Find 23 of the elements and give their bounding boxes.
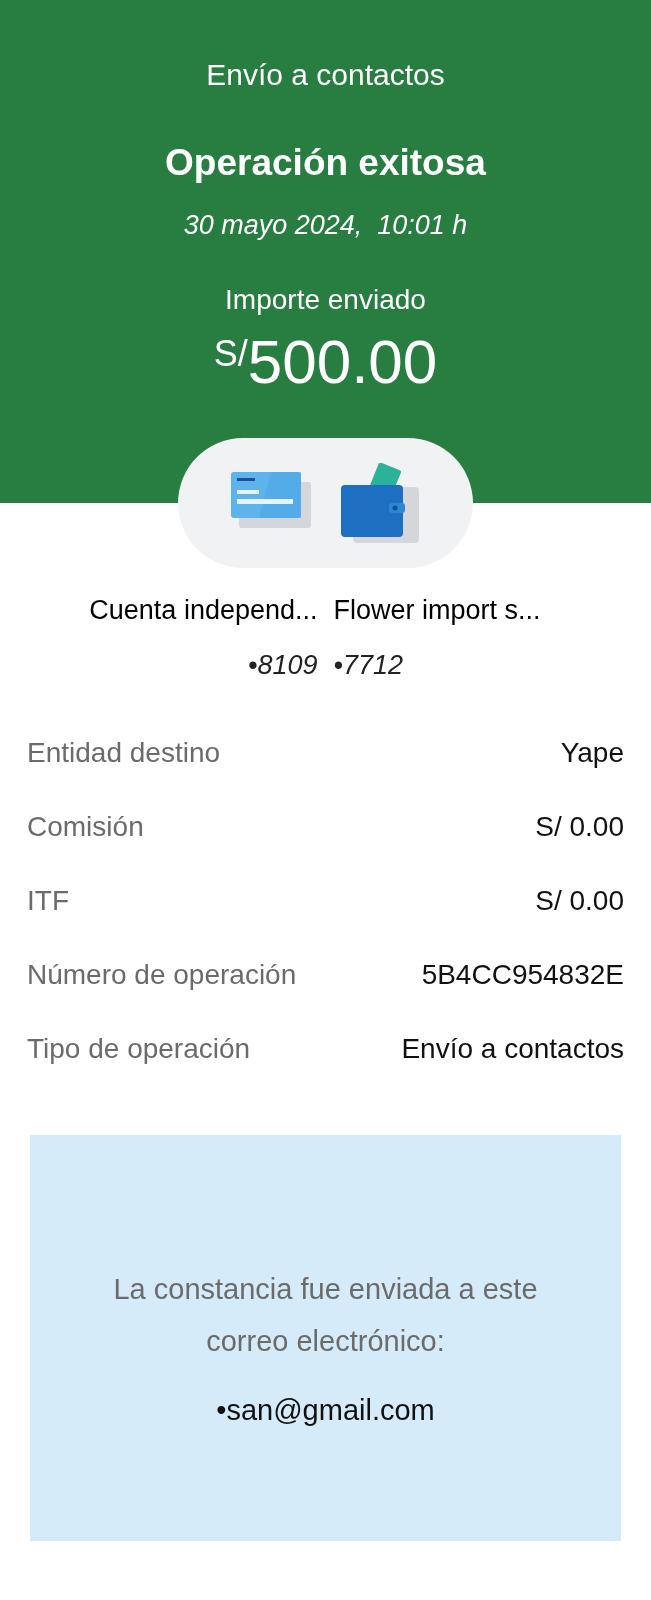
account-name: Cuenta independ... bbox=[88, 594, 318, 627]
detail-value: Envío a contactos bbox=[401, 1032, 624, 1066]
detail-label: Tipo de operación bbox=[27, 1032, 251, 1066]
account-name: Flower import s... bbox=[333, 594, 542, 627]
account-number: •8109 bbox=[246, 648, 318, 682]
detail-label: Comisión bbox=[27, 810, 144, 844]
wallet-icon bbox=[340, 463, 421, 543]
amount-label: Importe enviado bbox=[225, 283, 426, 317]
notice-message: La constancia fue enviada a este correo electrónico: bbox=[112, 1272, 539, 1360]
status-title: Operación exitosa bbox=[165, 141, 486, 185]
amount-value: 500.00 bbox=[247, 331, 438, 393]
account-number: •7712 bbox=[333, 648, 405, 682]
detail-value: Yape bbox=[560, 736, 624, 770]
detail-label: Entidad destino bbox=[27, 736, 221, 770]
detail-value: S/ 0.00 bbox=[535, 884, 624, 918]
detail-label: Número de operación bbox=[27, 958, 297, 992]
page-title: Envío a contactos bbox=[206, 57, 445, 93]
date-time: 30 mayo 2024, 10:01 h bbox=[183, 208, 468, 242]
currency-symbol: S/ bbox=[213, 332, 248, 374]
email-address: •san@gmail.com bbox=[216, 1393, 435, 1429]
detail-value: 5B4CC954832E bbox=[421, 958, 624, 992]
detail-label: ITF bbox=[27, 884, 69, 918]
detail-value: S/ 0.00 bbox=[535, 810, 624, 844]
